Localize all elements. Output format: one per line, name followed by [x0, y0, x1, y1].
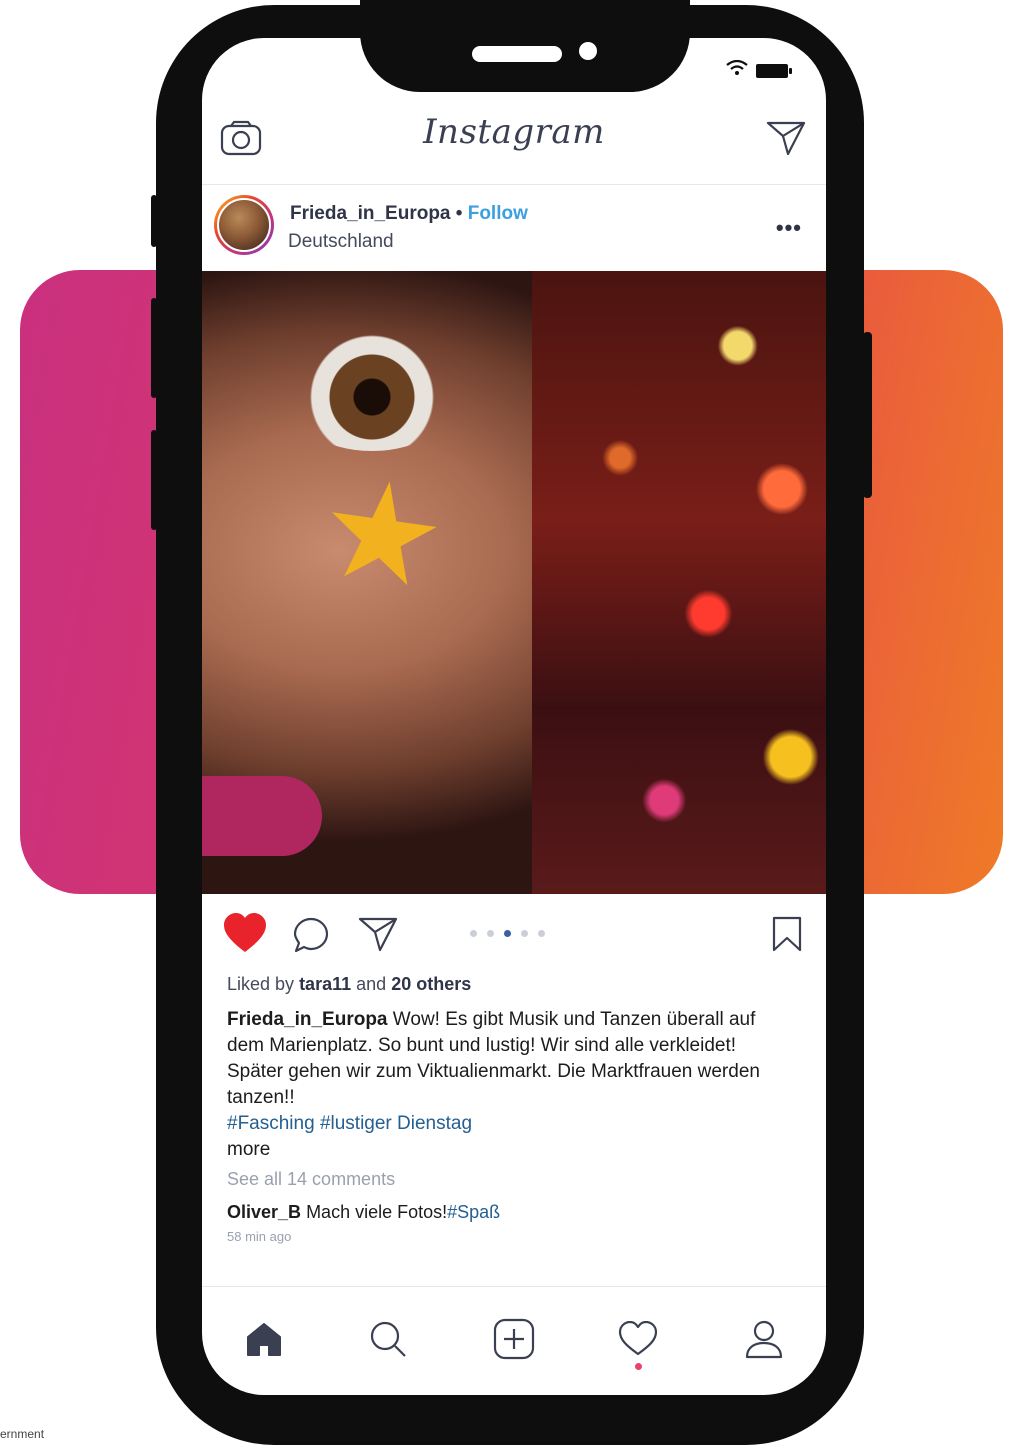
phone-speaker	[472, 46, 562, 62]
phone-power-button	[863, 332, 872, 498]
liked-and: and	[356, 974, 387, 994]
bookmark-icon[interactable]	[772, 916, 802, 957]
photo-lips	[202, 776, 322, 856]
carousel-dot	[521, 930, 528, 937]
avatar-image	[217, 198, 271, 252]
home-icon[interactable]	[242, 1317, 286, 1361]
post-actions	[202, 894, 826, 974]
app-header: Instagram	[202, 100, 826, 185]
phone-mute-switch	[151, 195, 157, 247]
carousel-dot	[487, 930, 494, 937]
comment-hashtag[interactable]: #Spaß	[447, 1202, 500, 1222]
star-sticker	[320, 474, 444, 598]
follow-button[interactable]: Follow	[468, 203, 528, 224]
comment-username[interactable]: Oliver_B	[227, 1202, 301, 1222]
post-options-icon[interactable]: •••	[776, 215, 802, 241]
liked-user[interactable]: tara11	[299, 974, 351, 994]
comment-bubble-icon[interactable]	[292, 916, 330, 959]
wifi-icon	[726, 59, 748, 81]
search-icon[interactable]	[366, 1317, 410, 1361]
heart-icon[interactable]	[222, 912, 268, 959]
bottom-navigation	[202, 1286, 826, 1387]
photo-eye	[282, 331, 462, 451]
post-username[interactable]: Frieda_in_Europa	[290, 203, 451, 224]
phone-volume-down	[151, 430, 157, 530]
avatar[interactable]	[214, 195, 274, 255]
front-camera	[579, 42, 597, 60]
direct-message-icon[interactable]	[766, 120, 806, 161]
phone-volume-up	[151, 298, 157, 398]
status-bar	[726, 59, 792, 81]
liked-others[interactable]: 20 others	[391, 974, 471, 994]
instagram-logo: Instagram	[423, 112, 605, 152]
comment-text: Mach viele Fotos!	[306, 1202, 448, 1222]
comment-row: Oliver_B Mach viele Fotos!#Spaß	[227, 1202, 787, 1223]
caption-username[interactable]: Frieda_in_Europa	[227, 1009, 388, 1030]
carousel-dot-active	[504, 930, 511, 937]
post-caption: Frieda_in_Europa Wow! Es gibt Musik und …	[227, 1007, 787, 1111]
carousel-dot	[470, 930, 477, 937]
profile-icon[interactable]	[742, 1317, 786, 1361]
caption-more-link[interactable]: more	[227, 1137, 787, 1163]
activity-notification-dot	[635, 1363, 642, 1370]
see-all-comments-link[interactable]: See all 14 comments	[227, 1169, 787, 1190]
paper-plane-icon[interactable]	[358, 916, 398, 957]
separator-dot: •	[455, 203, 463, 224]
post-timestamp: 58 min ago	[227, 1229, 292, 1244]
likes-summary: Liked by tara11 and 20 others	[227, 974, 787, 995]
post-location[interactable]: Deutschland	[288, 231, 394, 253]
add-post-icon[interactable]	[492, 1317, 536, 1361]
liked-prefix: Liked by	[227, 974, 295, 994]
caption-hashtags[interactable]: #Fasching #lustiger Dienstag	[227, 1111, 787, 1137]
heart-outline-icon[interactable]	[616, 1317, 660, 1361]
carousel-indicator	[470, 930, 545, 937]
battery-icon	[756, 63, 792, 78]
post-text-block: Liked by tara11 and 20 others Frieda_in_…	[227, 970, 787, 1244]
carousel-dot	[538, 930, 545, 937]
post-header: Frieda_in_Europa • Follow Deutschland ••…	[202, 185, 826, 271]
post-photo[interactable]	[202, 271, 826, 894]
post-username-row: Frieda_in_Europa • Follow	[290, 203, 528, 225]
glitter-background	[532, 271, 826, 894]
